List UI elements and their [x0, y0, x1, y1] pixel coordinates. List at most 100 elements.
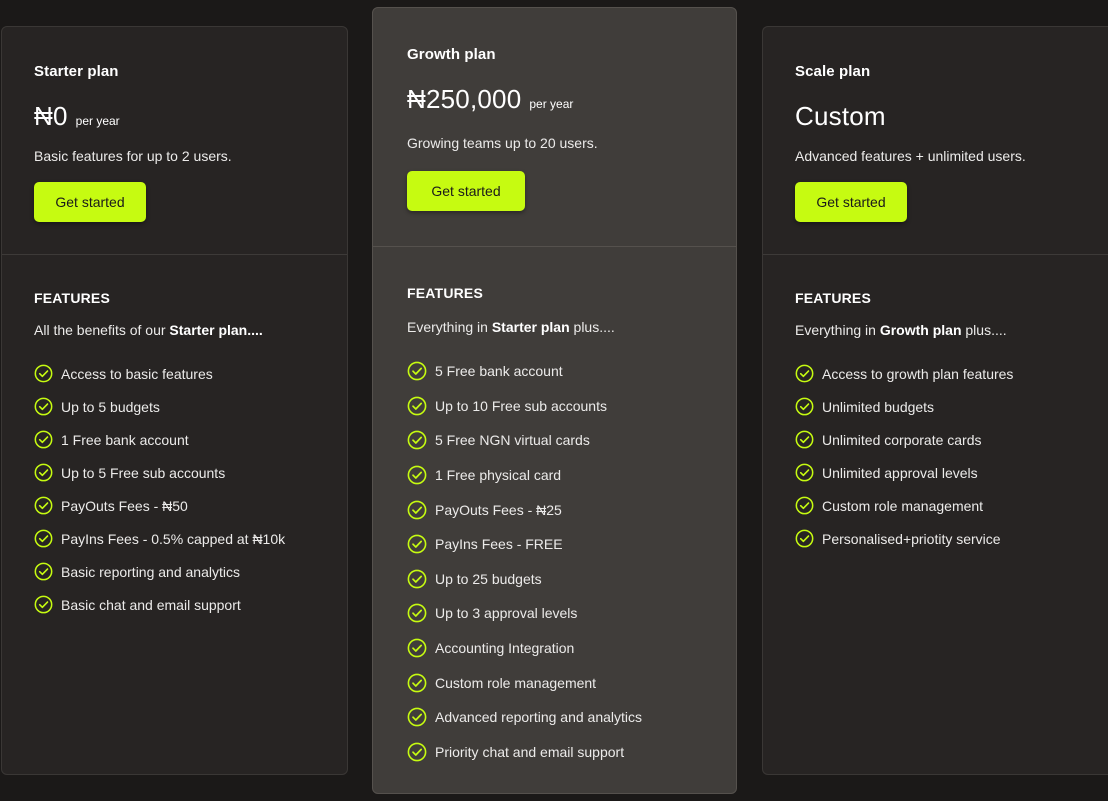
plan-features: FEATURES Everything in Starter plan plus… [407, 285, 726, 769]
check-circle-icon [795, 496, 814, 515]
feature-label: Basic chat and email support [61, 596, 241, 613]
plan-name: Growth plan [407, 46, 496, 63]
check-circle-icon [34, 595, 53, 614]
feature-label: Access to growth plan features [822, 365, 1014, 382]
plan-features: FEATURES All the benefits of our Starter… [34, 290, 337, 621]
check-circle-icon [407, 465, 427, 485]
feature-item: 1 Free bank account [34, 423, 337, 456]
check-circle-icon [407, 604, 427, 623]
feature-label: PayOuts Fees - ₦50 [61, 497, 188, 514]
check-circle-icon [407, 534, 427, 554]
features-list: Access to growth plan features Unlimited … [795, 357, 1098, 555]
price-row: ₦250,000 per year [407, 84, 573, 115]
features-title: FEATURES [795, 290, 872, 306]
feature-label: Up to 5 budgets [61, 398, 160, 415]
feature-item: Basic chat and email support [34, 588, 337, 621]
check-circle-icon [34, 397, 53, 416]
feature-label: PayIns Fees - FREE [435, 536, 563, 553]
feature-label: Custom role management [435, 674, 597, 691]
feature-label: 1 Free physical card [435, 467, 562, 484]
features-intro-plan: Starter plan.... [169, 322, 263, 338]
plan-period: per year [75, 114, 120, 128]
plan-name: Scale plan [795, 63, 871, 80]
check-circle-icon [795, 463, 814, 482]
plan-price: ₦0 [34, 101, 68, 131]
check-circle-icon [795, 397, 814, 416]
check-circle-icon [795, 430, 814, 449]
feature-label: Up to 5 Free sub accounts [61, 464, 226, 481]
feature-label: Basic reporting and analytics [61, 563, 240, 580]
check-circle-icon [407, 707, 427, 727]
features-list: Access to basic features Up to 5 budgets 1… [34, 357, 337, 621]
feature-item: Advanced reporting and analytics [407, 700, 726, 735]
check-circle-icon [34, 496, 53, 515]
check-circle-icon [407, 638, 427, 658]
get-started-button-starter[interactable]: Get started [34, 182, 146, 222]
plan-features: FEATURES Everything in Growth plan plus.… [795, 290, 1098, 555]
plan-card-starter: Starter plan ₦0 per year Basic features … [1, 26, 348, 775]
features-intro: All the benefits of our Starter plan.... [34, 322, 337, 338]
check-circle-icon [407, 361, 427, 381]
check-circle-icon [34, 562, 53, 581]
features-intro-suffix: plus.... [961, 322, 1007, 338]
feature-item: Accounting Integration [407, 631, 726, 666]
plan-price: Custom [795, 101, 886, 131]
plan-header: Starter plan ₦0 per year Basic features … [2, 27, 347, 255]
features-intro-plan: Starter plan [491, 319, 570, 335]
feature-item: 5 Free bank account [407, 354, 726, 389]
feature-item: Priority chat and email support [407, 735, 726, 770]
feature-item: Unlimited corporate cards [795, 423, 1098, 456]
feature-label: PayOuts Fees - ₦25 [435, 501, 562, 518]
feature-item: PayIns Fees - 0.5% capped at ₦10k [34, 522, 337, 555]
feature-label: Personalised+priotity service [822, 530, 1001, 547]
feature-item: Personalised+priotity service [795, 522, 1098, 555]
plan-name: Starter plan [34, 63, 119, 80]
feature-item: PayOuts Fees - ₦50 [34, 489, 337, 522]
feature-label: 5 Free NGN virtual cards [435, 432, 590, 449]
features-title: FEATURES [407, 285, 484, 301]
features-intro-prefix: All the benefits of our [34, 322, 170, 338]
feature-item: Custom role management [407, 665, 726, 700]
check-circle-icon [407, 742, 427, 762]
features-title: FEATURES [34, 290, 111, 306]
features-intro-suffix: plus.... [569, 319, 615, 335]
price-row: ₦0 per year [34, 101, 120, 132]
get-started-button-scale[interactable]: Get started [795, 182, 907, 222]
features-intro-prefix: Everything in [407, 319, 492, 335]
feature-item: Access to growth plan features [795, 357, 1098, 390]
feature-item: Basic reporting and analytics [34, 555, 337, 588]
feature-label: 5 Free bank account [435, 363, 563, 380]
feature-label: Unlimited budgets [822, 398, 935, 415]
features-list: 5 Free bank account Up to 10 Free sub acc… [407, 354, 726, 769]
plan-description: Basic features for up to 2 users. [34, 148, 232, 164]
feature-item: Unlimited approval levels [795, 456, 1098, 489]
feature-item: 5 Free NGN virtual cards [407, 423, 726, 458]
plan-description: Advanced features + unlimited users. [795, 148, 1026, 164]
pricing-section: Starter plan ₦0 per year Basic features … [0, 0, 1108, 801]
features-intro-prefix: Everything in [795, 322, 880, 338]
feature-label: Advanced reporting and analytics [435, 709, 643, 726]
check-circle-icon [407, 500, 427, 520]
check-circle-icon [795, 529, 814, 548]
feature-item: Up to 5 Free sub accounts [34, 456, 337, 489]
price-row: Custom [795, 101, 894, 132]
features-intro-plan: Growth plan [879, 322, 962, 338]
check-circle-icon [795, 364, 814, 383]
feature-item: Unlimited budgets [795, 390, 1098, 423]
feature-label: Custom role management [822, 497, 984, 514]
feature-item: PayIns Fees - FREE [407, 527, 726, 562]
feature-label: PayIns Fees - 0.5% capped at ₦10k [61, 530, 286, 547]
feature-label: Unlimited approval levels [822, 464, 978, 481]
check-circle-icon [407, 431, 427, 450]
plan-card-growth: Growth plan ₦250,000 per year Growing te… [372, 7, 737, 794]
check-circle-icon [407, 569, 427, 589]
check-circle-icon [34, 364, 53, 383]
check-circle-icon [34, 430, 53, 449]
feature-item: Up to 25 budgets [407, 562, 726, 597]
plan-header: Growth plan ₦250,000 per year Growing te… [373, 8, 736, 247]
feature-label: Access to basic features [61, 365, 213, 382]
plan-period: per year [529, 97, 574, 111]
plan-price: ₦250,000 [407, 84, 522, 114]
get-started-button-growth[interactable]: Get started [407, 171, 525, 211]
feature-item: PayOuts Fees - ₦25 [407, 492, 726, 527]
